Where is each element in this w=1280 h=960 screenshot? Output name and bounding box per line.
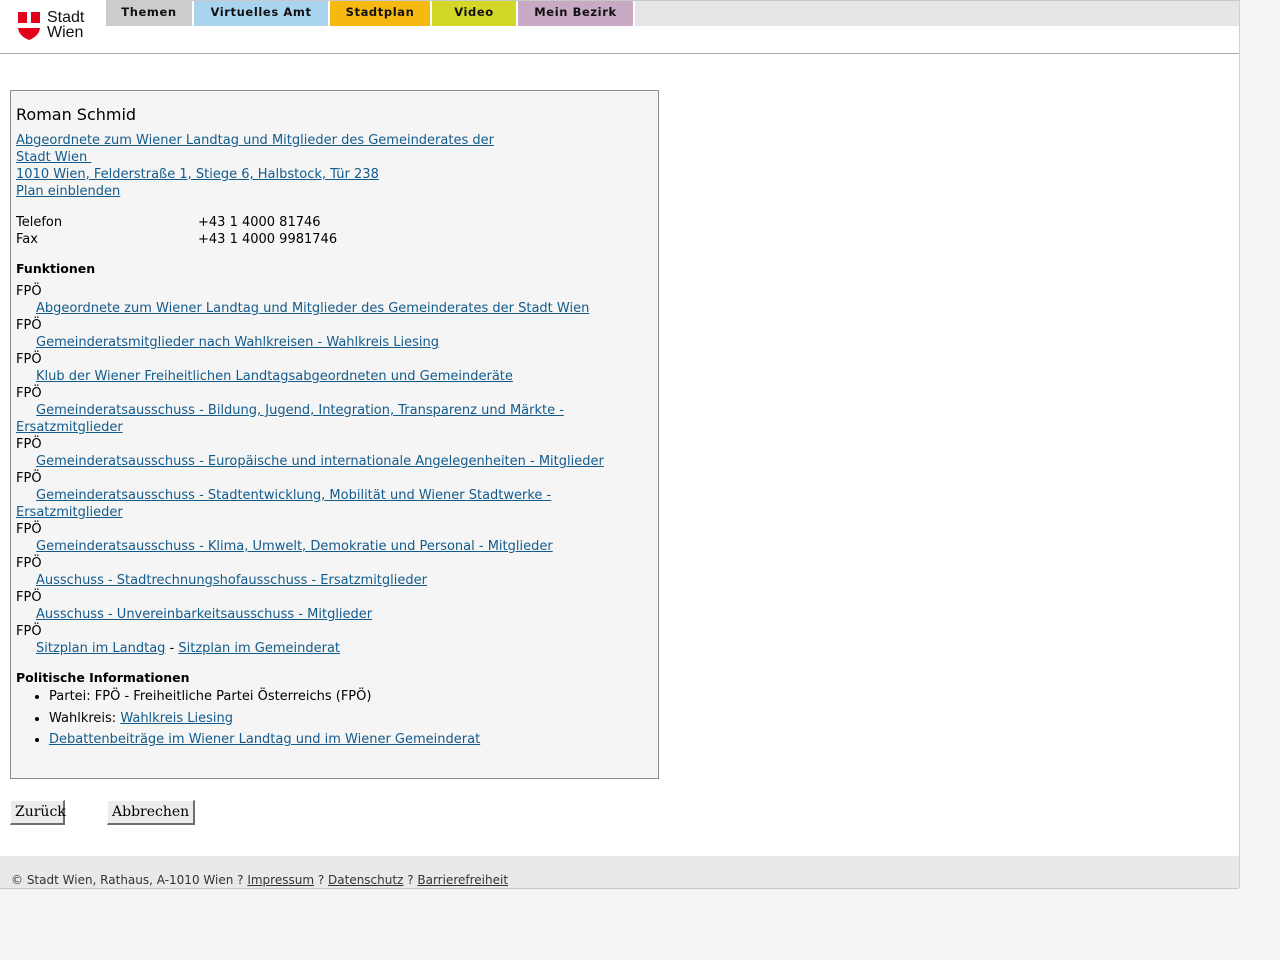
tab-video[interactable]: Video xyxy=(432,1,518,26)
barrierefreiheit-link[interactable]: Barrierefreiheit xyxy=(417,873,508,887)
footer-line: © Stadt Wien, Rathaus, A-1010 Wien ? Imp… xyxy=(11,873,508,887)
functions-list: FPÖ Abgeordnete zum Wiener Landtag und M… xyxy=(16,283,648,657)
footer-separator: ? xyxy=(314,873,329,887)
footer-separator: ? xyxy=(403,873,418,887)
political-info-list: Partei: FPÖ - Freiheitliche Partei Öster… xyxy=(16,688,480,753)
tab-mein-bezirk[interactable]: Mein Bezirk xyxy=(518,1,635,26)
function-party: FPÖ xyxy=(16,522,42,537)
stadt-wien-logo[interactable]: Stadt Wien xyxy=(17,10,97,42)
back-button[interactable]: Zurück xyxy=(10,800,66,825)
plan-einblenden-link[interactable]: Plan einblenden xyxy=(16,183,536,200)
person-detail-panel: Roman Schmid Abgeordnete zum Wiener Land… xyxy=(10,90,659,779)
function-party: FPÖ xyxy=(16,386,42,401)
address-line: 1010 Wien, Felderstraße 1, Stiege 6, Hal… xyxy=(16,167,379,182)
logo-line-wien: Wien xyxy=(47,24,84,41)
fax-label: Fax xyxy=(16,232,38,247)
party-item: Partei: FPÖ - Freiheitliche Partei Öster… xyxy=(49,688,480,705)
logo-wordmark: Stadt Wien xyxy=(47,9,85,41)
function-link[interactable]: Gemeinderatsmitglieder nach Wahlkreisen … xyxy=(16,334,648,351)
footer-copyright: © Stadt Wien, Rathaus, A-1010 Wien ? xyxy=(11,873,248,887)
function-link[interactable]: Gemeinderatsausschuss - Klima, Umwelt, D… xyxy=(16,538,648,555)
fax-value: +43 1 4000 9981746 xyxy=(198,232,338,247)
function-party: FPÖ xyxy=(16,556,42,571)
person-name: Roman Schmid xyxy=(16,105,137,124)
organisation-line-2: Stadt Wien xyxy=(16,150,92,165)
wahlkreis-label: Wahlkreis: xyxy=(49,710,121,726)
page: Stadt Wien Themen Virtuelles Amt Stadtpl… xyxy=(0,0,1240,889)
phone-label: Telefon xyxy=(16,215,63,230)
wahlkreis-link[interactable]: Wahlkreis Liesing xyxy=(120,711,233,726)
function-party: FPÖ xyxy=(16,471,42,486)
function-link[interactable]: Klub der Wiener Freiheitlichen Landtagsa… xyxy=(16,368,648,385)
political-info-heading: Politische Informationen xyxy=(16,670,190,685)
cancel-button[interactable]: Abbrechen xyxy=(107,800,195,825)
function-party: FPÖ xyxy=(16,590,42,605)
organisation-address: Abgeordnete zum Wiener Landtag und Mitgl… xyxy=(16,132,536,200)
tab-virtuelles-amt[interactable]: Virtuelles Amt xyxy=(194,1,330,26)
main-navigation: Themen Virtuelles Amt Stadtplan Video Me… xyxy=(106,0,1239,26)
debates-item: Debattenbeiträge im Wiener Landtag und i… xyxy=(49,731,480,748)
logo-line-stadt: Stadt xyxy=(47,9,85,26)
site-header: Stadt Wien Themen Virtuelles Amt Stadtpl… xyxy=(0,0,1239,54)
function-party: FPÖ xyxy=(16,352,42,367)
function-link[interactable]: Abgeordnete zum Wiener Landtag und Mitgl… xyxy=(16,300,648,317)
seat-plan-links: Sitzplan im Landtag - Sitzplan im Gemein… xyxy=(16,640,648,657)
seat-plan-gemeinderat-link[interactable]: Sitzplan im Gemeinderat xyxy=(178,641,340,656)
function-party: FPÖ xyxy=(16,318,42,333)
impressum-link[interactable]: Impressum xyxy=(247,873,314,887)
function-link[interactable]: Ausschuss - Unvereinbarkeitsausschuss - … xyxy=(16,606,648,623)
function-link[interactable]: Ausschuss - Stadtrechnungshofausschuss -… xyxy=(16,572,648,589)
functions-heading: Funktionen xyxy=(16,261,96,276)
datenschutz-link[interactable]: Datenschutz xyxy=(328,873,403,887)
tab-themen[interactable]: Themen xyxy=(106,1,194,26)
organisation-link[interactable]: Abgeordnete zum Wiener Landtag und Mitgl… xyxy=(16,132,536,183)
wien-shield-icon xyxy=(18,12,40,40)
seat-plan-landtag-link[interactable]: Sitzplan im Landtag xyxy=(36,641,165,656)
seat-plan-separator: - xyxy=(165,641,179,656)
site-footer: © Stadt Wien, Rathaus, A-1010 Wien ? Imp… xyxy=(0,856,1239,889)
function-link[interactable]: Gemeinderatsausschuss - Bildung, Jugend,… xyxy=(16,402,576,436)
debates-link[interactable]: Debattenbeiträge im Wiener Landtag und i… xyxy=(49,732,480,747)
tab-stadtplan[interactable]: Stadtplan xyxy=(330,1,432,26)
phone-value: +43 1 4000 81746 xyxy=(198,215,321,230)
function-party: FPÖ xyxy=(16,284,42,299)
wahlkreis-item: Wahlkreis: Wahlkreis Liesing xyxy=(49,710,480,727)
function-party: FPÖ xyxy=(16,437,42,452)
function-link[interactable]: Gemeinderatsausschuss - Europäische und … xyxy=(16,453,648,470)
function-link[interactable]: Gemeinderatsausschuss - Stadtentwicklung… xyxy=(16,487,576,521)
seat-plan-party: FPÖ xyxy=(16,624,42,639)
organisation-line-1: Abgeordnete zum Wiener Landtag und Mitgl… xyxy=(16,133,494,148)
